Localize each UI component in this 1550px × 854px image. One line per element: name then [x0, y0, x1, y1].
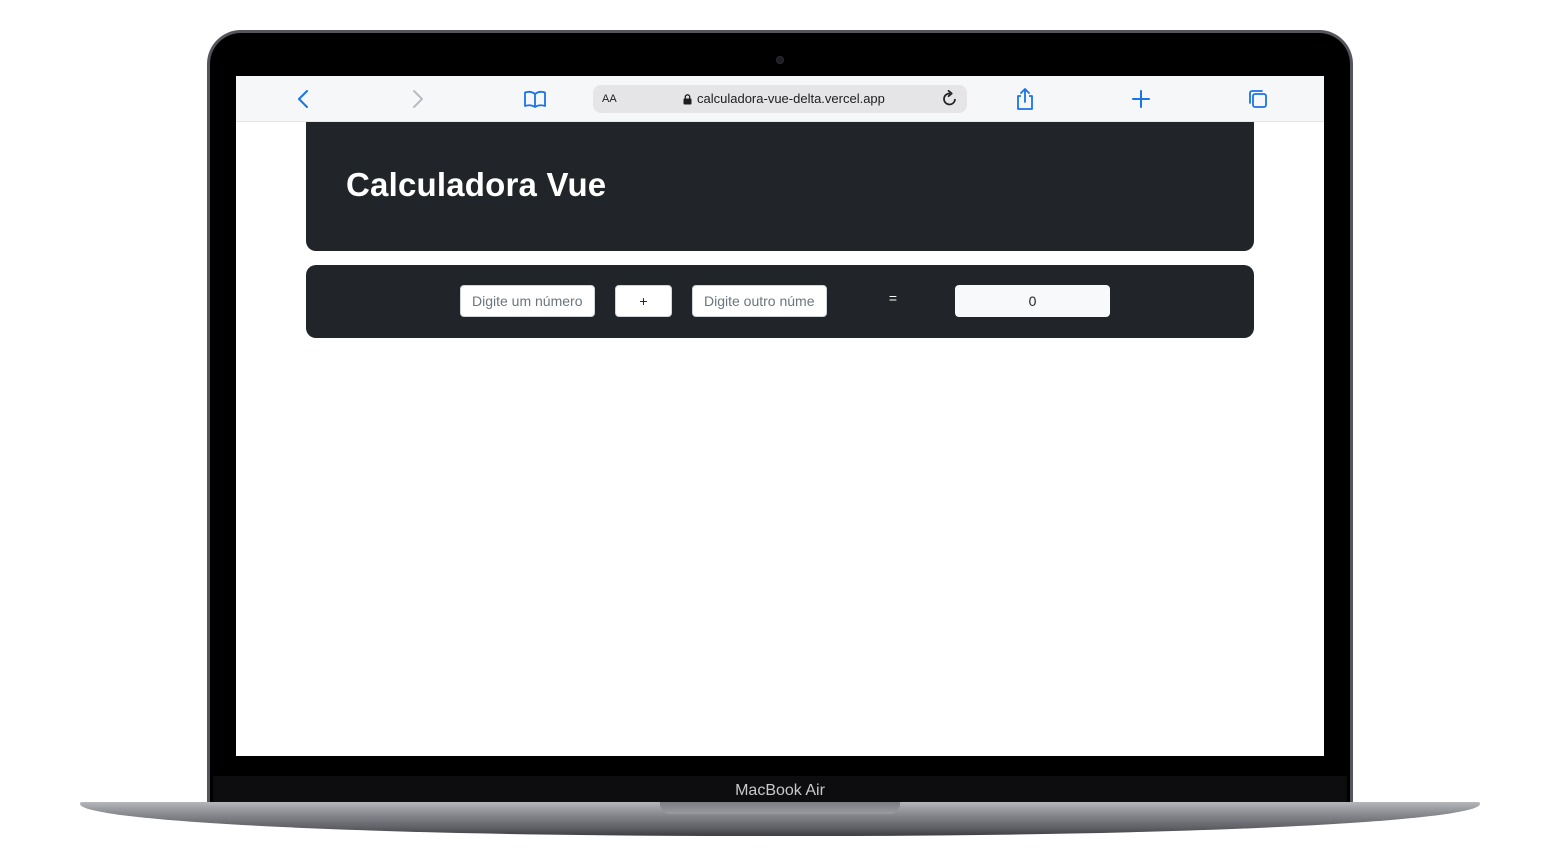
share-icon[interactable] [1012, 86, 1038, 112]
url-display: calculadora-vue-delta.vercel.app [683, 85, 885, 113]
operator-button[interactable]: + [615, 285, 672, 317]
first-number-input[interactable] [460, 285, 595, 317]
result-display: 0 [955, 285, 1110, 317]
calculator-card: + = 0 [306, 265, 1254, 338]
url-text: calculadora-vue-delta.vercel.app [697, 91, 885, 106]
device-model-label: MacBook Air [735, 782, 825, 799]
webcam [776, 56, 784, 64]
chevron-left-icon[interactable] [290, 86, 316, 112]
second-number-input[interactable] [692, 285, 827, 317]
reload-icon[interactable] [937, 86, 963, 117]
page-title: Calculadora Vue [346, 166, 607, 203]
book-icon[interactable] [522, 86, 548, 112]
chevron-right-icon[interactable] [405, 86, 431, 112]
header-card: Calculadora Vue [306, 122, 1254, 251]
text-size-button[interactable]: AA [602, 85, 617, 113]
equals-sign: = [888, 290, 898, 306]
browser-screen: AA calculadora-vue-delta.vercel.app Calc… [236, 76, 1324, 756]
laptop-hinge-notch [660, 802, 900, 814]
browser-toolbar: AA calculadora-vue-delta.vercel.app [236, 76, 1324, 122]
plus-icon[interactable] [1128, 86, 1154, 112]
tabs-icon[interactable] [1245, 86, 1271, 112]
address-bar[interactable]: AA calculadora-vue-delta.vercel.app [593, 85, 967, 113]
laptop-mockup: MacBook Air AA calculadora-vue-delta.ver… [0, 0, 1550, 854]
lock-icon [683, 93, 692, 104]
